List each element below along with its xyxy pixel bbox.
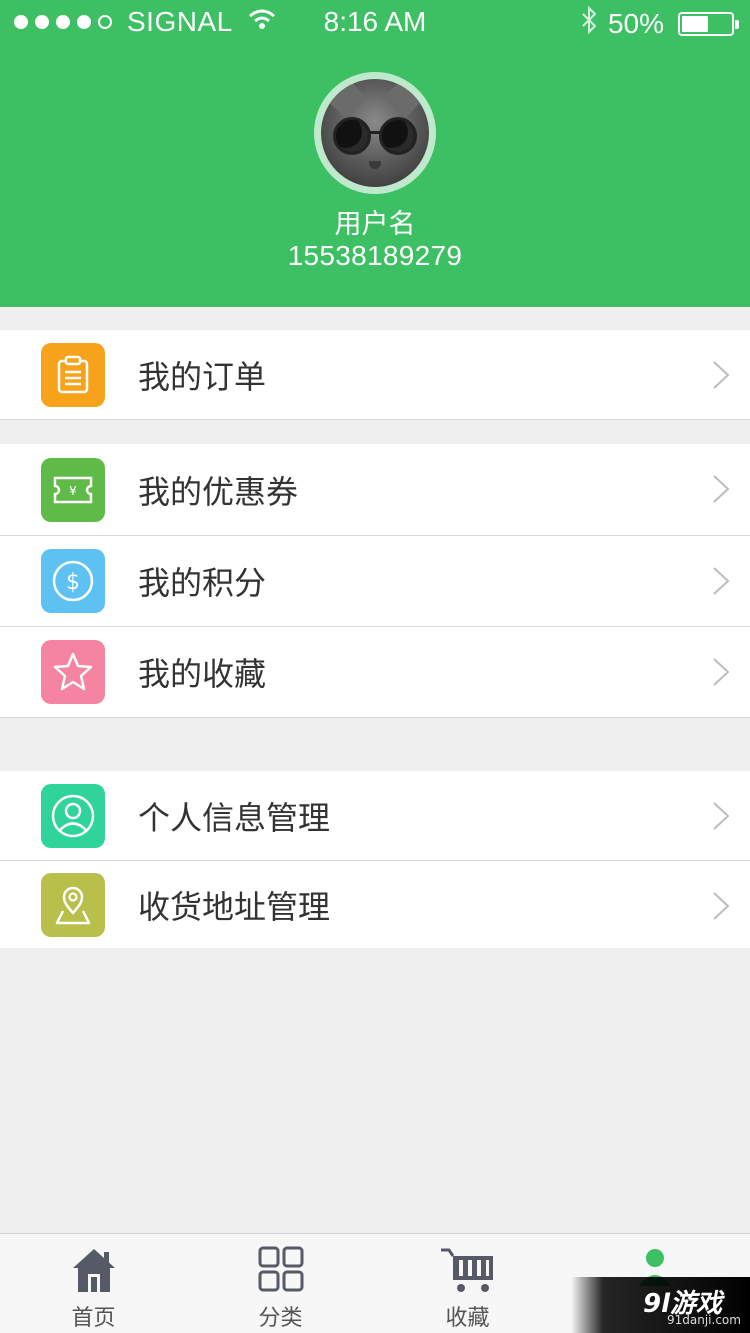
menu-item-label: 我的优惠券 <box>138 472 299 511</box>
menu-item-points[interactable]: $ 我的积分 <box>0 536 750 626</box>
battery-percent: 50% <box>607 7 664 39</box>
divider <box>0 419 750 420</box>
battery-icon <box>678 11 739 36</box>
menu-item-shipping-address[interactable]: 收货地址管理 <box>0 861 750 948</box>
menu-item-favorites[interactable]: 我的收藏 <box>0 627 750 717</box>
divider <box>0 717 750 718</box>
bluetooth-icon <box>580 5 598 41</box>
watermark-url: 91danji.com <box>667 1313 741 1327</box>
chevron-right-icon <box>713 658 730 686</box>
chevron-right-icon <box>713 802 730 830</box>
menu-item-label: 我的订单 <box>138 357 267 396</box>
tab-favorites[interactable]: 收藏 <box>374 1234 561 1333</box>
profile-header: SIGNAL 8:16 AM 50% 用户名 15538189279 <box>0 0 750 307</box>
coupon-icon: ¥ <box>41 457 105 522</box>
site-watermark: 9l游戏 91danji.com <box>571 1277 750 1333</box>
status-bar: SIGNAL 8:16 AM 50% <box>0 0 750 46</box>
menu-item-personal-info[interactable]: 个人信息管理 <box>0 771 750 860</box>
menu-item-label: 个人信息管理 <box>138 798 331 837</box>
tab-label: 收藏 <box>445 1306 490 1331</box>
username: 用户名 <box>334 209 416 240</box>
tab-label: 分类 <box>258 1306 303 1331</box>
star-icon <box>41 640 105 704</box>
svg-text:¥: ¥ <box>69 484 77 498</box>
menu-item-label: 收货地址管理 <box>138 887 331 926</box>
tab-home[interactable]: 首页 <box>0 1234 187 1333</box>
user-circle-icon <box>41 783 105 848</box>
chevron-right-icon <box>713 361 730 389</box>
menu-item-orders[interactable]: 我的订单 <box>0 330 750 419</box>
map-pin-icon <box>41 872 105 937</box>
chevron-right-icon <box>713 892 730 920</box>
avatar[interactable] <box>314 72 436 194</box>
menu-item-label: 我的收藏 <box>138 655 267 693</box>
menu-item-label: 我的积分 <box>138 564 267 602</box>
menu-item-coupons[interactable]: ¥ 我的优惠券 <box>0 444 750 535</box>
grid-icon <box>187 1246 374 1296</box>
clipboard-icon <box>41 342 105 407</box>
chevron-right-icon <box>713 475 730 503</box>
chevron-right-icon <box>713 567 730 595</box>
svg-text:$: $ <box>66 570 80 595</box>
tab-category[interactable]: 分类 <box>187 1234 374 1333</box>
dollar-coin-icon: $ <box>41 549 105 613</box>
tab-label: 首页 <box>71 1306 116 1331</box>
cat-avatar-image <box>321 79 429 187</box>
cart-icon <box>374 1246 561 1296</box>
home-icon <box>0 1246 187 1296</box>
phone-number: 15538189279 <box>287 240 463 271</box>
